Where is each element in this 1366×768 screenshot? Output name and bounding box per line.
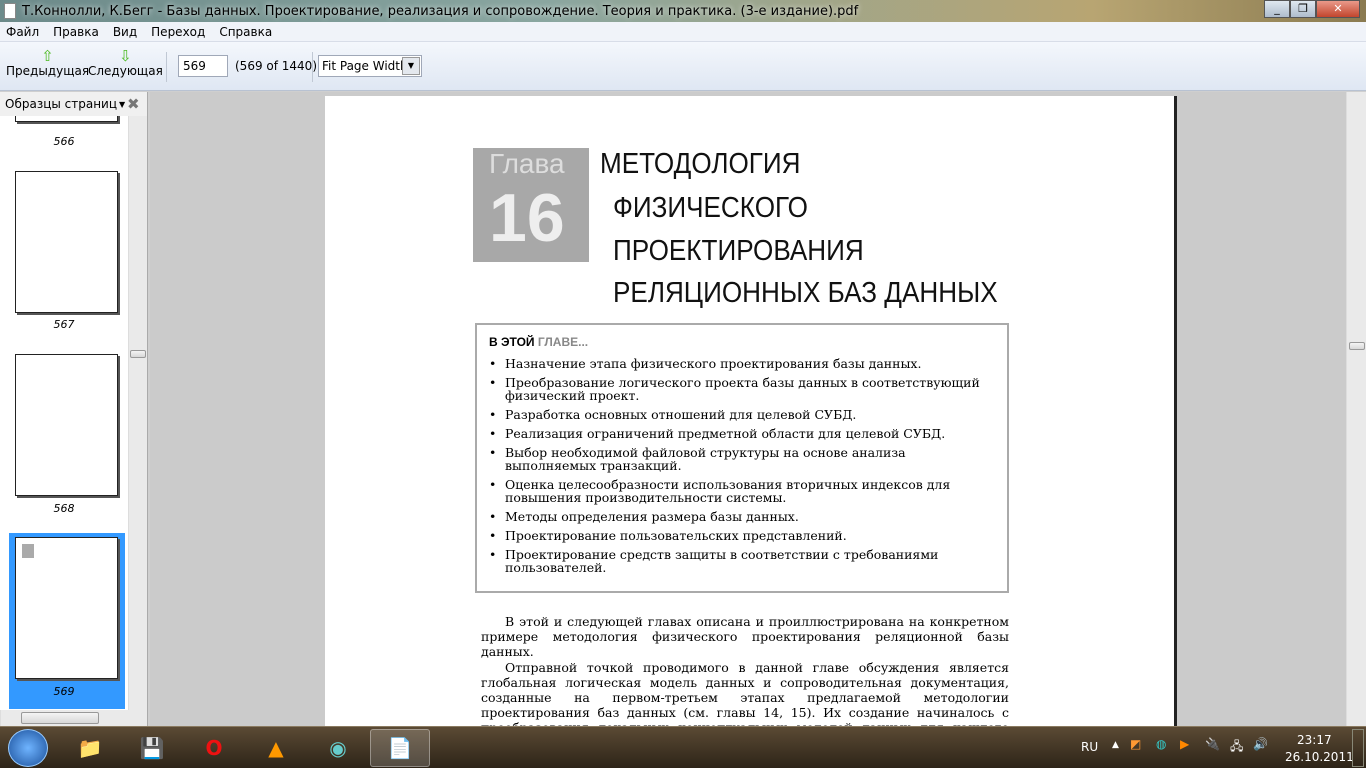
chapter-title-line: ПРОЕКТИРОВАНИЯ bbox=[613, 235, 864, 267]
volume-icon[interactable]: 🔊 bbox=[1253, 737, 1268, 751]
previous-page-button[interactable]: ⇧ Предыдущая bbox=[6, 48, 89, 78]
thumbnail-list: 566 567 568 569 bbox=[0, 116, 128, 710]
opera-taskbar-icon[interactable]: O bbox=[184, 729, 244, 767]
page-number-input[interactable]: 569 bbox=[178, 55, 228, 77]
list-item: Выбор необходимой файловой структуры на … bbox=[489, 446, 995, 472]
chapter-title-line: МЕТОДОЛОГИЯ bbox=[600, 148, 801, 180]
list-item: Проектирование пользовательских представ… bbox=[489, 529, 995, 542]
chapter-word: Глава bbox=[489, 148, 565, 179]
separator bbox=[312, 52, 313, 82]
previous-label: Предыдущая bbox=[6, 64, 90, 78]
list-item: Проектирование средств защиты в соответс… bbox=[489, 548, 995, 574]
network-icon[interactable]: 🖧 bbox=[1230, 737, 1243, 758]
sidebar-title[interactable]: Образцы страниц bbox=[5, 97, 117, 111]
list-item: Методы определения размера базы данных. bbox=[489, 510, 995, 523]
pdf-reader-taskbar-icon[interactable]: 📄 bbox=[370, 729, 430, 767]
next-label: Следующая bbox=[88, 64, 163, 78]
maximize-button[interactable]: ❐ bbox=[1290, 0, 1316, 18]
arrow-down-icon: ⇩ bbox=[119, 47, 132, 65]
scroll-thumb[interactable] bbox=[1349, 342, 1365, 350]
list-item: Разработка основных отношений для целево… bbox=[489, 408, 995, 421]
thumbnail-567[interactable] bbox=[15, 171, 118, 313]
app-taskbar-icon[interactable]: ▲ bbox=[246, 729, 306, 767]
chapter-title-line: РЕЛЯЦИОННЫХ БАЗ ДАННЫХ bbox=[613, 277, 998, 309]
taskbar: 📁 💾 O ▲ ◉ 📄 RU ▲ ◩ ◍ ▶ 🔌 🖧 🔊 23:17 26.10… bbox=[0, 726, 1366, 768]
close-button[interactable]: ✕ bbox=[1316, 0, 1360, 18]
list-item: Оценка целесообразности использования вт… bbox=[489, 478, 995, 504]
clock-time[interactable]: 23:17 bbox=[1297, 733, 1332, 747]
media-player-icon[interactable]: ▶ bbox=[1180, 737, 1189, 751]
start-button[interactable] bbox=[8, 729, 48, 767]
explorer-taskbar-icon[interactable]: 📁 bbox=[60, 729, 120, 767]
chapter-contents-box: В ЭТОЙ ГЛАВЕ... Назначение этапа физичес… bbox=[475, 323, 1009, 593]
tray-app-icon[interactable]: ◩ bbox=[1130, 737, 1141, 751]
clock-date[interactable]: 26.10.2011 bbox=[1285, 750, 1354, 764]
list-item: Назначение этапа физического проектирова… bbox=[489, 357, 995, 370]
chapter-title-line: ФИЗИЧЕСКОГО bbox=[613, 192, 808, 224]
next-page-button[interactable]: ⇩ Следующая bbox=[88, 48, 163, 78]
document-view: Глава 16 МЕТОДОЛОГИЯ ФИЗИЧЕСКОГО ПРОЕКТИ… bbox=[150, 92, 1346, 726]
menu-edit[interactable]: Правка bbox=[53, 25, 99, 39]
document-icon bbox=[4, 3, 16, 19]
chapter-badge: Глава 16 bbox=[473, 148, 589, 262]
show-desktop-button[interactable] bbox=[1352, 729, 1364, 767]
paragraph: Отправной точкой проводимого в данной гл… bbox=[481, 659, 1009, 726]
window-title: Т.Коннолли, К.Бегг - Базы данных. Проект… bbox=[22, 3, 859, 19]
thumbnail-568[interactable] bbox=[15, 354, 118, 496]
separator bbox=[166, 52, 167, 82]
list-item: Преобразование логического проекта базы … bbox=[489, 376, 995, 402]
show-hidden-icons[interactable]: ▲ bbox=[1112, 740, 1119, 750]
thumbnail-label: 568 bbox=[53, 502, 75, 515]
tray-app2-icon[interactable]: ◍ bbox=[1156, 737, 1166, 751]
floppy-taskbar-icon[interactable]: 💾 bbox=[122, 729, 182, 767]
body-text: В этой и следующей главах описана и прои… bbox=[481, 614, 1009, 726]
toolbar: ⇧ Предыдущая ⇩ Следующая 569 (569 of 144… bbox=[0, 42, 1366, 91]
chevron-down-icon[interactable]: ▼ bbox=[402, 57, 420, 75]
zoom-select[interactable]: Fit Page Width ▼ bbox=[318, 55, 422, 77]
thumbnail-label: 566 bbox=[53, 135, 75, 148]
zoom-value: Fit Page Width bbox=[322, 59, 408, 73]
menu-file[interactable]: Файл bbox=[6, 25, 39, 39]
list-item: Реализация ограничений предметной област… bbox=[489, 427, 995, 440]
language-indicator[interactable]: RU bbox=[1081, 740, 1098, 754]
menu-help[interactable]: Справка bbox=[219, 25, 272, 39]
menu-bar: Файл Правка Вид Переход Справка bbox=[0, 22, 1366, 42]
scroll-thumb[interactable] bbox=[21, 712, 99, 724]
chapter-number: 16 bbox=[489, 180, 565, 256]
pdf-page: Глава 16 МЕТОДОЛОГИЯ ФИЗИЧЕСКОГО ПРОЕКТИ… bbox=[325, 96, 1177, 726]
sidebar-scrollbar[interactable] bbox=[128, 116, 147, 710]
thumbnails-sidebar: Образцы страниц ▼ ✖ 566 567 568 569 bbox=[0, 92, 148, 726]
box-heading: В ЭТОЙ ГЛАВЕ... bbox=[489, 335, 589, 349]
minimize-button[interactable]: _ bbox=[1264, 0, 1290, 18]
thumbnail-label: 567 bbox=[53, 318, 75, 331]
power-icon[interactable]: 🔌 bbox=[1205, 737, 1220, 751]
page-count: (569 of 1440) bbox=[235, 59, 318, 73]
scroll-thumb[interactable] bbox=[130, 350, 146, 358]
thumbnail-label: 569 bbox=[53, 685, 75, 698]
thumbnail-566[interactable] bbox=[15, 116, 118, 122]
app2-taskbar-icon[interactable]: ◉ bbox=[308, 729, 368, 767]
menu-go[interactable]: Переход bbox=[151, 25, 205, 39]
sidebar-hscrollbar[interactable] bbox=[0, 710, 147, 726]
paragraph: В этой и следующей главах описана и прои… bbox=[481, 614, 1009, 660]
document-scrollbar[interactable] bbox=[1346, 92, 1366, 726]
arrow-up-icon: ⇧ bbox=[41, 47, 54, 65]
close-sidebar-icon[interactable]: ✖ bbox=[127, 95, 140, 113]
thumbnail-569[interactable] bbox=[15, 537, 118, 679]
title-bar: Т.Коннолли, К.Бегг - Базы данных. Проект… bbox=[0, 0, 1366, 22]
menu-view[interactable]: Вид bbox=[113, 25, 137, 39]
